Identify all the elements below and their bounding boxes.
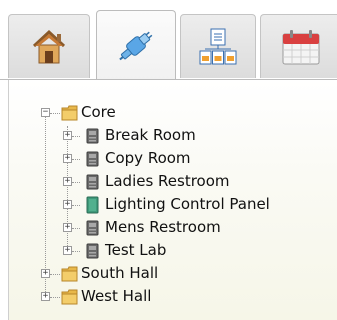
folder-icon xyxy=(61,105,78,121)
tree-connector xyxy=(50,113,60,114)
expand-toggle[interactable]: + xyxy=(63,246,72,255)
tree-node-lighting-control-panel[interactable]: + Lighting Control Panel xyxy=(9,194,337,216)
tree-connector xyxy=(72,251,80,252)
tree-connector xyxy=(50,274,60,275)
tab-reports[interactable] xyxy=(180,14,256,78)
tree-node-label: South Hall xyxy=(81,264,159,282)
tab-calendar[interactable] xyxy=(260,14,337,78)
tree-node-core[interactable]: − Core xyxy=(9,102,337,124)
expand-toggle[interactable]: + xyxy=(41,292,50,301)
tree-node-label: Lighting Control Panel xyxy=(105,195,270,213)
device-tree-panel: − Core + Break Room + Copy Room + Ladies… xyxy=(8,80,337,320)
tree-node-copy-room[interactable]: + Copy Room xyxy=(9,148,337,170)
tree-connector xyxy=(72,228,80,229)
network-plug-icon xyxy=(119,31,153,60)
device-icon xyxy=(86,174,99,190)
tree-node-label: Break Room xyxy=(105,126,196,144)
house-icon xyxy=(32,29,66,63)
tree-node-west-hall[interactable]: + West Hall xyxy=(9,286,337,308)
tree-node-label: Copy Room xyxy=(105,149,191,167)
reports-icon xyxy=(199,28,237,64)
expand-toggle[interactable]: + xyxy=(63,131,72,140)
tree-connector xyxy=(50,297,60,298)
tab-network[interactable] xyxy=(96,10,176,80)
tree-connector xyxy=(72,205,80,206)
calendar-icon xyxy=(282,29,319,64)
device-icon xyxy=(86,128,99,144)
tab-home[interactable] xyxy=(8,14,90,78)
expand-toggle[interactable]: + xyxy=(63,177,72,186)
tree-connector xyxy=(72,182,80,183)
tree-node-test-lab[interactable]: + Test Lab xyxy=(9,240,337,262)
expand-toggle[interactable]: + xyxy=(41,269,50,278)
tree-node-label: Core xyxy=(81,103,116,121)
collapse-toggle[interactable]: − xyxy=(41,108,50,117)
tree-node-south-hall[interactable]: + South Hall xyxy=(9,263,337,285)
panel-icon xyxy=(86,196,99,214)
device-icon xyxy=(86,151,99,167)
device-icon xyxy=(86,220,99,236)
tree-connector xyxy=(72,159,80,160)
device-tree: − Core + Break Room + Copy Room + Ladies… xyxy=(9,80,337,320)
folder-icon xyxy=(61,266,78,282)
expand-toggle[interactable]: + xyxy=(63,200,72,209)
tree-node-label: Ladies Restroom xyxy=(105,172,230,190)
expand-toggle[interactable]: + xyxy=(63,223,72,232)
tree-connector xyxy=(72,136,80,137)
folder-icon xyxy=(61,289,78,305)
tree-node-label: Mens Restroom xyxy=(105,218,221,236)
tree-node-label: Test Lab xyxy=(105,241,167,259)
expand-toggle[interactable]: + xyxy=(63,154,72,163)
device-icon xyxy=(86,243,99,259)
tree-node-mens-restroom[interactable]: + Mens Restroom xyxy=(9,217,337,239)
tree-node-label: West Hall xyxy=(81,287,152,305)
tree-node-break-room[interactable]: + Break Room xyxy=(9,125,337,147)
tree-node-ladies-restroom[interactable]: + Ladies Restroom xyxy=(9,171,337,193)
tab-bar xyxy=(0,0,337,80)
